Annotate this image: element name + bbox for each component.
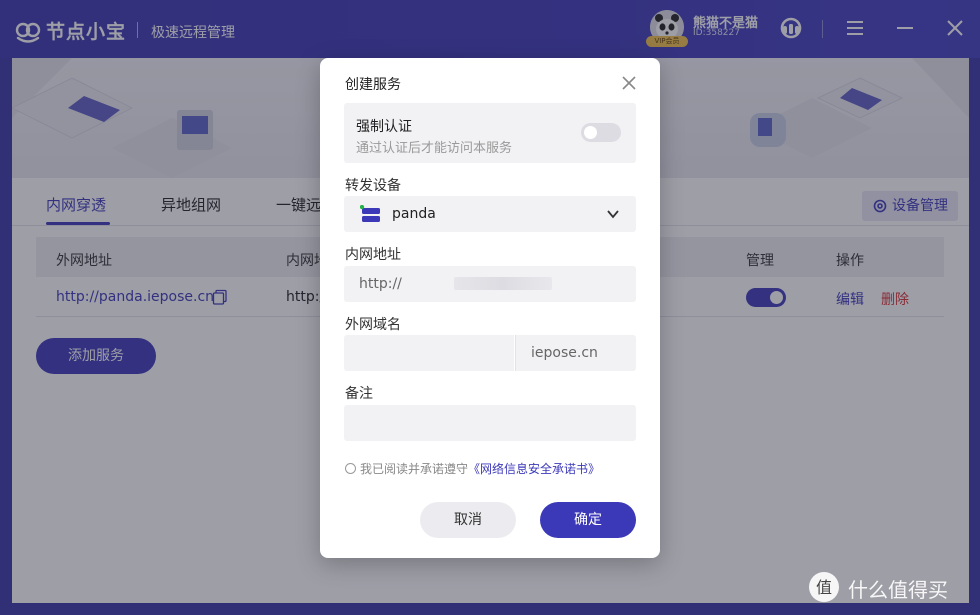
device-select[interactable]: panda xyxy=(344,196,636,232)
external-domain-label: 外网域名 xyxy=(345,317,401,333)
internal-address-label: 内网地址 xyxy=(345,247,401,263)
device-icon xyxy=(360,205,380,222)
dialog-title: 创建服务 xyxy=(345,77,401,93)
cancel-button[interactable]: 取消 xyxy=(420,502,516,538)
svg-text:值: 值 xyxy=(816,578,832,597)
confirm-button[interactable]: 确定 xyxy=(540,502,636,538)
internal-address-prefix: http:// xyxy=(359,276,402,292)
agreement-link[interactable]: 《网络信息安全承诺书》 xyxy=(468,462,600,476)
agree-text: 我已阅读并承诺遵守 xyxy=(360,462,469,476)
force-auth-desc: 通过认证后才能访问本服务 xyxy=(356,141,513,156)
force-auth-label: 强制认证 xyxy=(356,119,412,135)
agreement-row: 我已阅读并承诺遵守《网络信息安全承诺书》 xyxy=(345,460,600,477)
external-domain-input[interactable] xyxy=(344,335,514,371)
force-auth-section: 强制认证 通过认证后才能访问本服务 xyxy=(344,103,636,163)
device-name: panda xyxy=(392,206,436,222)
watermark-logo-icon: 值 xyxy=(809,572,839,602)
device-label: 转发设备 xyxy=(345,178,401,194)
redacted-address xyxy=(454,277,552,290)
note-input[interactable] xyxy=(344,405,636,441)
create-service-dialog: 创建服务 强制认证 通过认证后才能访问本服务 转发设备 panda 内网地址 h… xyxy=(320,58,660,558)
agree-radio[interactable] xyxy=(345,463,356,474)
chevron-down-icon xyxy=(607,210,619,219)
note-label: 备注 xyxy=(345,386,373,402)
internal-address-input[interactable]: http:// xyxy=(344,266,636,302)
force-auth-toggle[interactable] xyxy=(581,123,621,142)
close-icon[interactable] xyxy=(620,74,638,92)
watermark-text: 什么值得买 xyxy=(848,578,948,602)
domain-suffix: iepose.cn xyxy=(515,335,636,371)
